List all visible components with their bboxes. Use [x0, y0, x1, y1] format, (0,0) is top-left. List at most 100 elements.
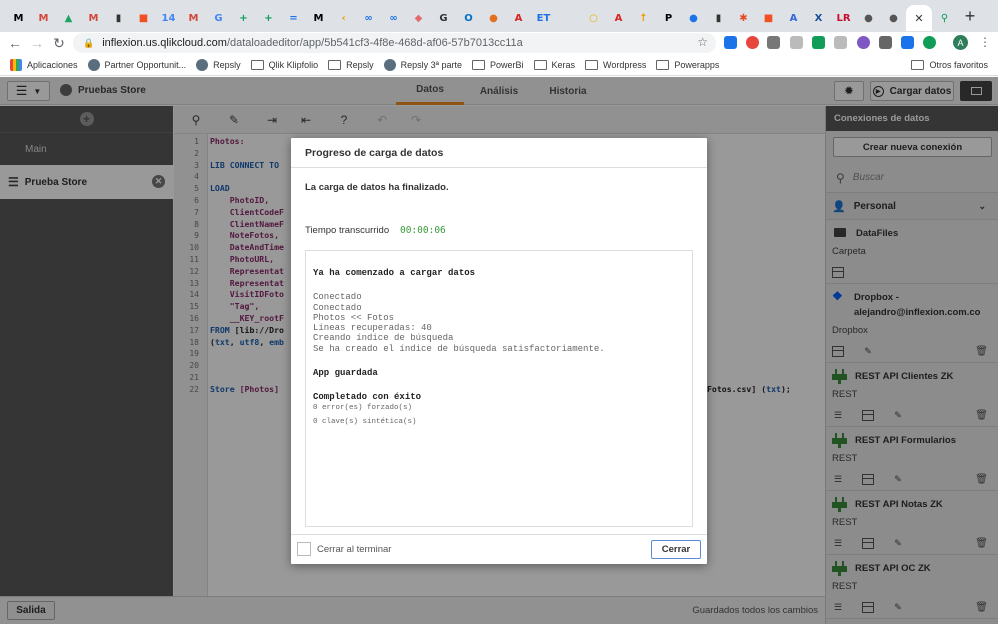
apps-icon [10, 58, 22, 71]
browser-tab[interactable]: G [431, 5, 456, 31]
bookmark-item[interactable]: Repsly [196, 58, 241, 71]
dialog-footer: Cerrar al terminar Cerrar [291, 534, 707, 564]
bookmark-item[interactable]: Powerapps [656, 59, 719, 70]
ring-icon: ○ [589, 12, 598, 24]
close-on-finish-checkbox[interactable] [297, 542, 311, 556]
data-load-progress-dialog: Progreso de carga de datos La carga de d… [291, 138, 707, 564]
browser-tab[interactable]: ● [681, 5, 706, 31]
browser-tab[interactable]: ↑ [631, 5, 656, 31]
browser-tab[interactable]: ○ [581, 5, 606, 31]
browser-tab[interactable]: M [181, 5, 206, 31]
browser-tab[interactable]: ‹ [331, 5, 356, 31]
elapsed-label: Tiempo transcurrido [305, 225, 390, 236]
lr-icon: LR [836, 12, 851, 24]
bookmark-item[interactable]: Keras [533, 59, 575, 70]
browser-tab[interactable]: A [606, 5, 631, 31]
browser-tab[interactable]: ■ [131, 5, 156, 31]
menu-dots-icon[interactable]: ⋮ [979, 35, 991, 49]
browser-tab[interactable]: ET [531, 5, 556, 31]
other-bookmarks-label: Otros favoritos [929, 59, 988, 70]
extension-icon[interactable] [923, 36, 936, 49]
browser-tab[interactable]: ⚲ [932, 5, 957, 31]
browser-tab[interactable]: A [506, 5, 531, 31]
bookmark-item[interactable]: PowerBi [472, 59, 524, 70]
close-icon[interactable]: ✕ [914, 12, 923, 25]
bookmark-item[interactable]: Repsly [328, 59, 374, 70]
browser-tab[interactable] [556, 5, 581, 31]
browser-tab[interactable]: ✱ [731, 5, 756, 31]
sheets-icon: + [239, 12, 248, 24]
bookmarks-list: Aplicaciones Partner Opportunit... Repsly Q… [0, 58, 719, 71]
browser-tab[interactable]: ● [856, 5, 881, 31]
browser-tab[interactable]: P [656, 5, 681, 31]
active-browser-tab[interactable]: ✕ [906, 5, 932, 31]
browser-tab[interactable]: M [31, 5, 56, 31]
medium-icon: M [313, 12, 324, 24]
extension-icon[interactable] [790, 36, 803, 49]
reload-icon[interactable]: ↻ [48, 35, 70, 52]
browser-tab[interactable]: M [81, 5, 106, 31]
star-icon: ✱ [739, 12, 748, 24]
forward-icon[interactable]: → [26, 35, 48, 51]
url-host: inflexion.us.qlikcloud.com [102, 37, 227, 49]
bookmark-item[interactable]: Partner Opportunit... [87, 58, 187, 71]
browser-tab[interactable]: M [6, 5, 31, 31]
acrobat-icon: A [614, 12, 623, 24]
drive-icon: ▲ [64, 12, 73, 24]
bookmark-label: Qlik Klipfolio [268, 59, 319, 70]
other-bookmarks[interactable]: Otros favoritos [911, 59, 988, 70]
browser-tab[interactable]: ▲ [56, 5, 81, 31]
log-line: Líneas recuperadas: 40 [313, 323, 432, 334]
bookmark-item[interactable]: Qlik Klipfolio [250, 59, 319, 70]
avatar[interactable]: A [953, 35, 968, 50]
extension-icon[interactable] [879, 36, 892, 49]
browser-tab[interactable]: ▮ [706, 5, 731, 31]
browser-tab[interactable]: + [256, 5, 281, 31]
google-icon: G [214, 12, 223, 24]
browser-tab[interactable]: LR [831, 5, 856, 31]
back-icon[interactable]: ← [4, 35, 26, 51]
browser-tab[interactable]: ∞ [356, 5, 381, 31]
url-input[interactable]: 🔒 inflexion.us.qlikcloud.com/dataloadedi… [73, 33, 716, 53]
arrow-icon: ↑ [639, 12, 648, 24]
browser-tab[interactable]: O [456, 5, 481, 31]
log-lines: Conectado Conectado Photos << Fotos Líneas … [313, 292, 685, 354]
bookmark-item[interactable]: Repsly 3ª parte [383, 58, 462, 71]
bookmark-star-icon[interactable]: ☆ [697, 35, 708, 49]
extension-icon[interactable] [901, 36, 914, 49]
bookmark-item[interactable]: Aplicaciones [10, 58, 78, 71]
browser-tab[interactable]: A [781, 5, 806, 31]
browser-tab[interactable]: ◆ [406, 5, 431, 31]
close-button[interactable]: Cerrar [651, 540, 701, 559]
chain-icon: ∞ [364, 12, 373, 24]
browser-tab[interactable]: M [306, 5, 331, 31]
office-icon: ■ [138, 12, 149, 24]
browser-tab[interactable]: + [231, 5, 256, 31]
browser-tab[interactable]: ∞ [381, 5, 406, 31]
browser-tab[interactable]: ▮ [106, 5, 131, 31]
new-tab-button[interactable]: + [957, 6, 983, 27]
extension-icon[interactable] [812, 36, 825, 49]
et-icon: ET [536, 12, 551, 24]
log-line: Photos << Fotos [313, 312, 395, 323]
bookmark-item[interactable]: Wordpress [585, 59, 646, 70]
bookmark-label: Partner Opportunit... [104, 59, 187, 70]
log-completed: Completado con éxito [313, 392, 422, 403]
browser-tab[interactable]: = [281, 5, 306, 31]
browser-tab[interactable]: 14 [156, 5, 181, 31]
browser-tab[interactable]: G [206, 5, 231, 31]
chart-icon: ▮ [715, 12, 722, 24]
browser-tab[interactable]: ● [481, 5, 506, 31]
extension-icon[interactable] [746, 36, 759, 49]
extension-icon[interactable] [857, 36, 870, 49]
gmail-icon: M [38, 12, 49, 24]
browser-tab[interactable]: X [806, 5, 831, 31]
close-on-finish-label: Cerrar al terminar [317, 544, 392, 555]
browser-tab[interactable]: ■ [756, 5, 781, 31]
folder-icon [533, 59, 547, 70]
gear-icon: ● [889, 12, 898, 24]
camera-icon[interactable] [767, 36, 780, 49]
browser-tab[interactable]: ● [881, 5, 906, 31]
extension-icon[interactable] [724, 36, 737, 49]
extension-icon[interactable] [834, 36, 847, 49]
